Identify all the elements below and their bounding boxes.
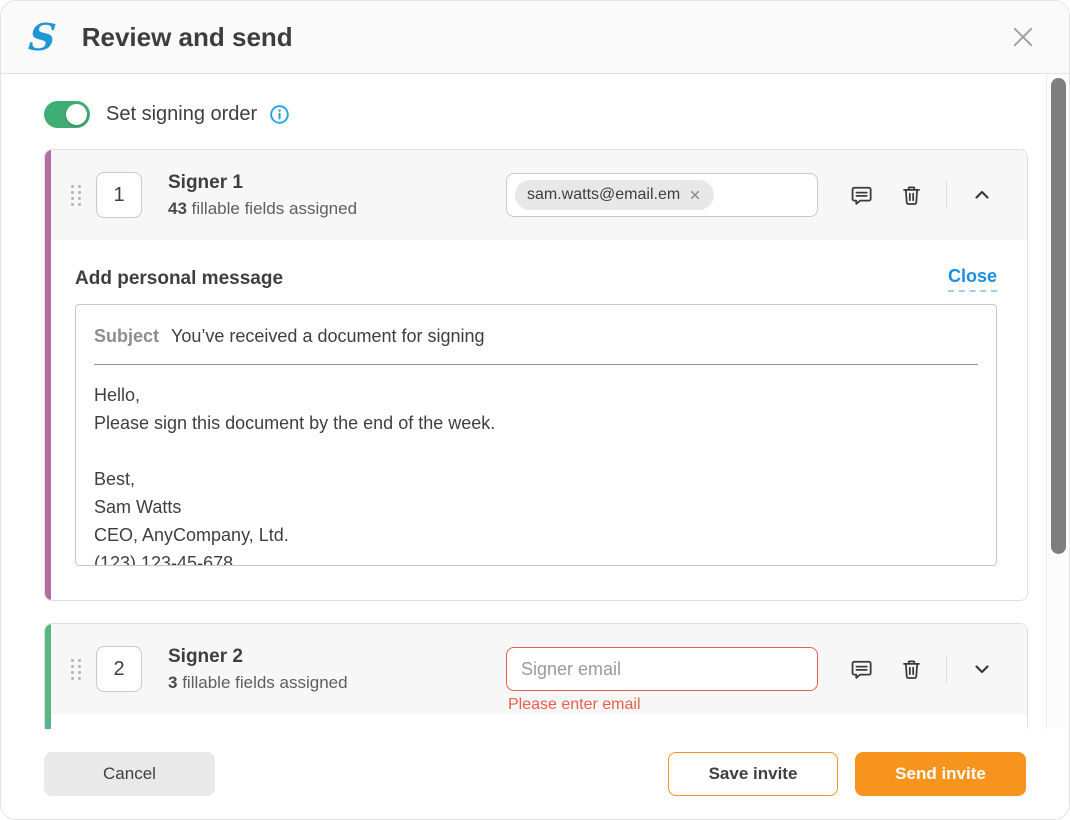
delete-signer-button[interactable] xyxy=(898,182,924,208)
chevron-down-icon xyxy=(970,657,994,681)
dialog-footer: Cancel Save invite Send invite xyxy=(1,729,1069,819)
icon-divider xyxy=(946,181,947,209)
signer-2-color-stripe xyxy=(45,624,51,731)
message-body[interactable]: Hello, Please sign this document by the … xyxy=(94,381,978,566)
signing-order-row: Set signing order xyxy=(44,101,290,128)
chevron-up-icon xyxy=(970,183,994,207)
save-invite-button[interactable]: Save invite xyxy=(668,752,838,796)
signer-1-fields-summary: 43 fillable fields assigned xyxy=(168,199,506,219)
dialog-body: Set signing order 1 Signer 1 xyxy=(1,74,1069,731)
signer-1-email-chip: sam.watts@email.em xyxy=(515,180,714,210)
subject-divider xyxy=(94,364,978,365)
signer-2-actions xyxy=(848,655,995,683)
email-error-message: Please enter email xyxy=(508,696,641,714)
signer-2-header: 2 Signer 2 3 fillable fields assigned Pl… xyxy=(45,624,1027,714)
personal-message-button[interactable] xyxy=(848,656,874,682)
signer-1-titles: Signer 1 43 fillable fields assigned xyxy=(168,172,506,219)
signer-2-email-input[interactable] xyxy=(506,647,818,691)
signer-1-header: 1 Signer 1 43 fillable fields assigned s… xyxy=(45,150,1027,240)
signer-2-card: 2 Signer 2 3 fillable fields assigned Pl… xyxy=(44,623,1028,731)
signing-order-toggle[interactable] xyxy=(44,101,90,128)
message-editor[interactable]: Subject You’ve received a document for s… xyxy=(75,304,997,566)
info-icon[interactable] xyxy=(269,104,290,125)
drag-handle-icon[interactable] xyxy=(71,659,81,680)
signer-2-name: Signer 2 xyxy=(168,646,506,668)
delete-signer-button[interactable] xyxy=(898,656,924,682)
icon-divider xyxy=(946,655,947,683)
scrollbar-track[interactable] xyxy=(1046,74,1069,730)
subject-label: Subject xyxy=(94,325,159,348)
signer-1-order-input[interactable]: 1 xyxy=(96,172,142,218)
signer-2-order-input[interactable]: 2 xyxy=(96,646,142,692)
comment-icon xyxy=(849,183,874,208)
cancel-button[interactable]: Cancel xyxy=(44,752,215,796)
signer-2-email-wrap: Please enter email xyxy=(506,647,818,691)
signer-1-actions xyxy=(848,181,995,209)
trash-icon xyxy=(899,183,924,208)
signer-2-fields-summary: 3 fillable fields assigned xyxy=(168,673,506,693)
comment-icon xyxy=(849,657,874,682)
drag-handle-icon[interactable] xyxy=(71,185,81,206)
signer-2-titles: Signer 2 3 fillable fields assigned xyxy=(168,646,506,693)
subject-value[interactable]: You’ve received a document for signing xyxy=(171,325,485,348)
signing-order-label: Set signing order xyxy=(106,103,257,126)
dialog-close-button[interactable] xyxy=(1005,19,1041,55)
signer-1-email-text: sam.watts@email.em xyxy=(527,186,680,204)
personal-message-panel: Add personal message Close Subject You’v… xyxy=(45,240,1027,566)
signer-1-fields-count: 43 xyxy=(168,199,187,218)
signer-2-fields-count: 3 xyxy=(168,673,177,692)
toggle-knob xyxy=(66,104,87,125)
dialog-header: S Review and send xyxy=(1,1,1069,74)
dialog-title: Review and send xyxy=(82,22,293,53)
send-invite-button[interactable]: Send invite xyxy=(855,752,1026,796)
expand-signer-button[interactable] xyxy=(969,656,995,682)
personal-message-button[interactable] xyxy=(848,182,874,208)
signer-1-fields-label: fillable fields assigned xyxy=(192,199,357,218)
signer-1-email-field[interactable]: sam.watts@email.em xyxy=(506,173,818,217)
personal-message-title: Add personal message xyxy=(75,268,283,290)
signer-2-fields-label: fillable fields assigned xyxy=(182,673,347,692)
subject-row: Subject You’ve received a document for s… xyxy=(94,325,978,348)
signer-1-name: Signer 1 xyxy=(168,172,506,194)
app-logo-icon: S xyxy=(27,19,58,56)
scrollbar-thumb[interactable] xyxy=(1051,78,1066,554)
signer-1-color-stripe xyxy=(45,150,51,600)
signer-1-card: 1 Signer 1 43 fillable fields assigned s… xyxy=(44,149,1028,601)
remove-email-icon[interactable] xyxy=(688,188,702,202)
review-and-send-dialog: S Review and send Set signing order xyxy=(0,0,1070,820)
close-icon xyxy=(1008,22,1038,52)
personal-message-close-link[interactable]: Close xyxy=(948,266,997,292)
trash-icon xyxy=(899,657,924,682)
collapse-signer-button[interactable] xyxy=(969,182,995,208)
